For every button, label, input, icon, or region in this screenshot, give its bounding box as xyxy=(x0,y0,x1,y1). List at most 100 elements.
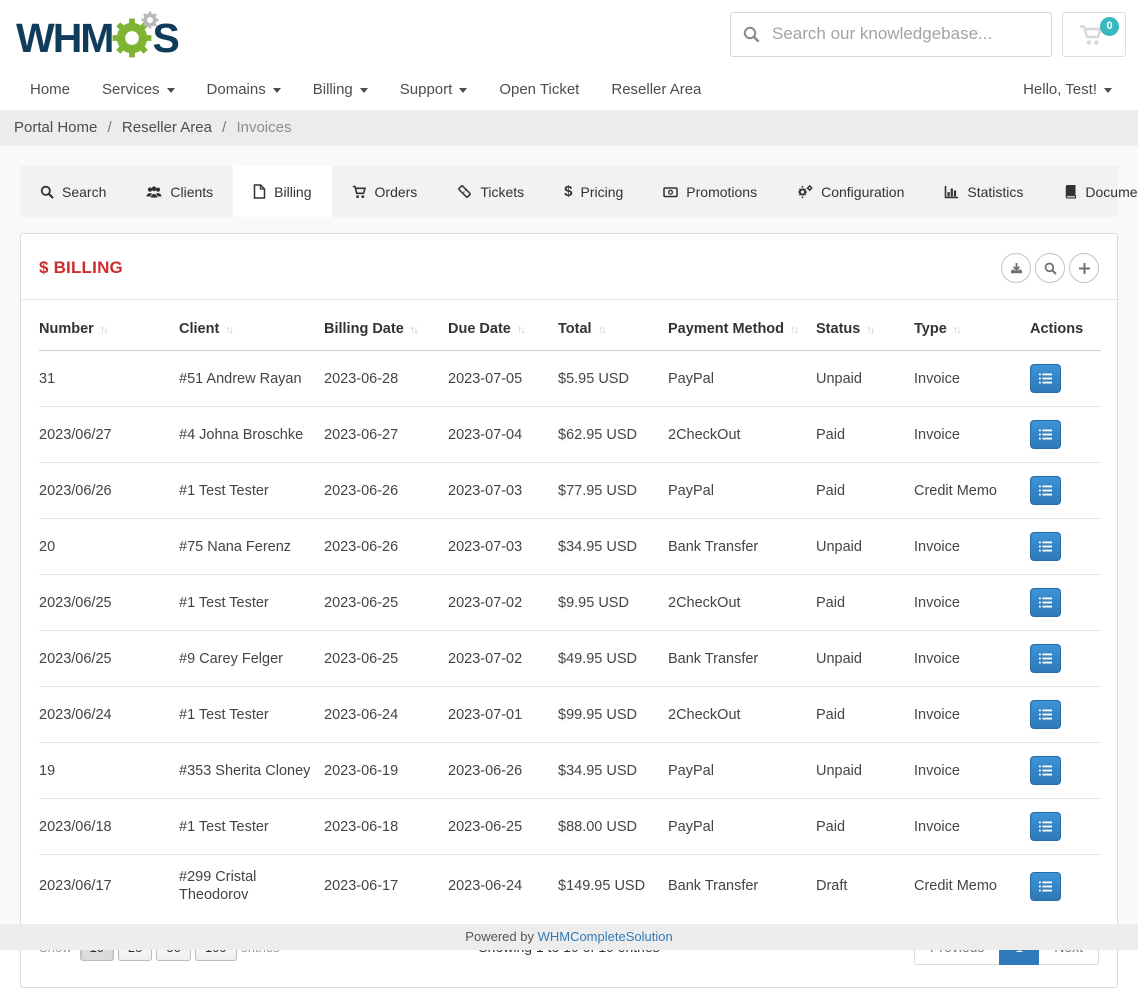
nav-item-open-ticket[interactable]: Open Ticket xyxy=(483,81,595,98)
cell-type: Credit Memo xyxy=(914,463,1030,519)
tab-label: Clients xyxy=(170,184,213,200)
cell-due-date: 2023-06-24 xyxy=(448,855,558,918)
nav-item-reseller-area[interactable]: Reseller Area xyxy=(595,81,717,98)
nav-item-domains[interactable]: Domains xyxy=(191,81,297,98)
tab-label: Billing xyxy=(274,184,311,200)
cell-actions xyxy=(1030,799,1101,855)
cell-actions xyxy=(1030,407,1101,463)
cell-due-date: 2023-07-03 xyxy=(448,463,558,519)
column-header-type[interactable]: Type↑↓ xyxy=(914,308,1030,351)
cell-total: $62.95 USD xyxy=(558,407,668,463)
column-header-client[interactable]: Client↑↓ xyxy=(179,308,324,351)
panel-toolbar xyxy=(1001,253,1099,283)
add-button[interactable] xyxy=(1069,253,1099,283)
cell-actions xyxy=(1030,855,1101,918)
search-icon xyxy=(1044,262,1057,275)
tab-pricing[interactable]: $ Pricing xyxy=(544,166,643,217)
list-icon xyxy=(1039,373,1052,384)
column-header-total[interactable]: Total↑↓ xyxy=(558,308,668,351)
user-menu[interactable]: Hello, Test! xyxy=(1023,81,1118,98)
cart-button[interactable]: 0 xyxy=(1062,12,1126,57)
cell-client: #1 Test Tester xyxy=(179,463,324,519)
cell-billing-date: 2023-06-26 xyxy=(324,463,448,519)
list-icon xyxy=(1039,485,1052,496)
export-download-button[interactable] xyxy=(1001,253,1031,283)
sort-icon: ↑↓ xyxy=(953,324,960,336)
row-actions-button[interactable] xyxy=(1030,532,1061,561)
cell-payment-method: Bank Transfer xyxy=(668,631,816,687)
tab-clients[interactable]: Clients xyxy=(126,166,233,217)
breadcrumb-reseller-area[interactable]: Reseller Area xyxy=(122,119,212,136)
cell-due-date: 2023-07-05 xyxy=(448,351,558,407)
row-actions-button[interactable] xyxy=(1030,812,1061,841)
tab-configuration[interactable]: Configuration xyxy=(777,166,924,217)
tab-documentation[interactable]: Documentation xyxy=(1043,166,1138,217)
chevron-down-icon xyxy=(167,88,175,93)
column-header-status[interactable]: Status↑↓ xyxy=(816,308,914,351)
column-header-due-date[interactable]: Due Date↑↓ xyxy=(448,308,558,351)
chevron-down-icon xyxy=(1104,88,1112,93)
knowledgebase-search xyxy=(730,12,1052,57)
cell-status: Paid xyxy=(816,575,914,631)
tab-orders[interactable]: Orders xyxy=(332,166,438,217)
breadcrumb: Portal Home / Reseller Area / Invoices xyxy=(0,110,1138,146)
column-header-payment-method[interactable]: Payment Method↑↓ xyxy=(668,308,816,351)
column-header-number[interactable]: Number↑↓ xyxy=(39,308,179,351)
cell-total: $9.95 USD xyxy=(558,575,668,631)
row-actions-button[interactable] xyxy=(1030,872,1061,901)
row-actions-button[interactable] xyxy=(1030,588,1061,617)
cell-client: #353 Sherita Cloney xyxy=(179,743,324,799)
cell-status: Paid xyxy=(816,799,914,855)
bar-chart-icon xyxy=(944,185,959,199)
cell-number: 20 xyxy=(39,519,179,575)
cell-number: 2023/06/25 xyxy=(39,575,179,631)
money-icon xyxy=(663,185,678,199)
whmcs-logo[interactable]: WHM xyxy=(16,8,178,60)
nav-item-support[interactable]: Support xyxy=(384,81,484,98)
nav-item-services[interactable]: Services xyxy=(86,81,191,98)
breadcrumb-portal-home[interactable]: Portal Home xyxy=(14,119,97,136)
tab-label: Promotions xyxy=(686,184,757,200)
table-header-row: Number↑↓ Client↑↓ Billing Date↑↓ Due Dat… xyxy=(39,308,1101,351)
invoice-row: 2023/06/18 #1 Test Tester 2023-06-18 202… xyxy=(39,799,1101,855)
list-icon xyxy=(1039,429,1052,440)
cell-billing-date: 2023-06-25 xyxy=(324,631,448,687)
row-actions-button[interactable] xyxy=(1030,420,1061,449)
whmcompletesolution-link[interactable]: WHMCompleteSolution xyxy=(538,929,673,944)
module-tabs: Search Clients Billing Orders xyxy=(20,166,1118,217)
user-menu-label: Hello, Test! xyxy=(1023,81,1097,98)
cell-number: 2023/06/24 xyxy=(39,687,179,743)
tab-label: Tickets xyxy=(480,184,524,200)
cell-billing-date: 2023-06-27 xyxy=(324,407,448,463)
cell-type: Invoice xyxy=(914,631,1030,687)
sort-icon: ↑↓ xyxy=(598,324,605,336)
row-actions-button[interactable] xyxy=(1030,644,1061,673)
search-input[interactable] xyxy=(772,24,1039,44)
invoice-row: 31 #51 Andrew Rayan 2023-06-28 2023-07-0… xyxy=(39,351,1101,407)
row-actions-button[interactable] xyxy=(1030,700,1061,729)
tab-billing[interactable]: Billing xyxy=(233,166,331,217)
row-actions-button[interactable] xyxy=(1030,756,1061,785)
nav-label: Services xyxy=(102,81,160,98)
nav-item-home[interactable]: Home xyxy=(18,81,86,98)
cell-actions xyxy=(1030,463,1101,519)
cell-payment-method: PayPal xyxy=(668,743,816,799)
tab-search[interactable]: Search xyxy=(20,166,126,217)
cell-total: $99.95 USD xyxy=(558,687,668,743)
column-header-billing-date[interactable]: Billing Date↑↓ xyxy=(324,308,448,351)
cell-number: 19 xyxy=(39,743,179,799)
cell-total: $149.95 USD xyxy=(558,855,668,918)
row-actions-button[interactable] xyxy=(1030,476,1061,505)
cell-number: 2023/06/27 xyxy=(39,407,179,463)
cell-type: Invoice xyxy=(914,687,1030,743)
invoice-row: 19 #353 Sherita Cloney 2023-06-19 2023-0… xyxy=(39,743,1101,799)
filter-search-button[interactable] xyxy=(1035,253,1065,283)
tab-tickets[interactable]: Tickets xyxy=(437,166,544,217)
chevron-down-icon xyxy=(459,88,467,93)
tab-statistics[interactable]: Statistics xyxy=(924,166,1043,217)
breadcrumb-separator: / xyxy=(108,119,112,136)
nav-item-billing[interactable]: Billing xyxy=(297,81,384,98)
cell-type: Invoice xyxy=(914,519,1030,575)
row-actions-button[interactable] xyxy=(1030,364,1061,393)
tab-promotions[interactable]: Promotions xyxy=(643,166,777,217)
